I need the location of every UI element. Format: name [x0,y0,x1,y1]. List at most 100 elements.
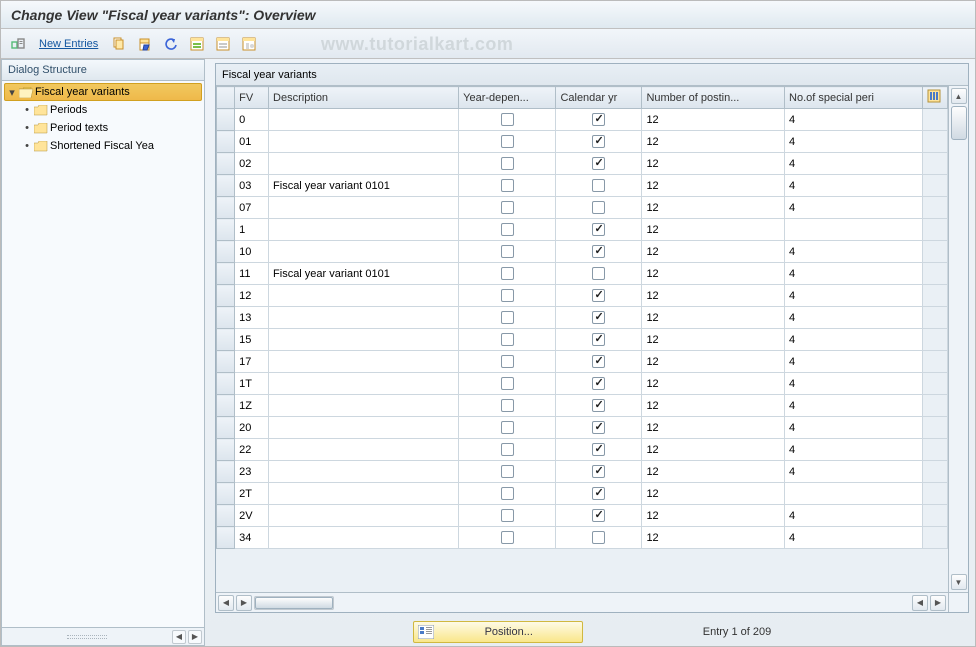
cell-description[interactable] [269,373,459,395]
cell-description[interactable]: Fiscal year variant 0101 [269,263,459,285]
checkbox[interactable] [592,421,605,434]
row-selector[interactable] [217,373,235,395]
cell-year-dependent[interactable] [459,351,556,373]
cell-number-posting[interactable]: 12 [642,505,785,527]
row-selector[interactable] [217,109,235,131]
undo-button[interactable] [160,33,182,55]
checkbox[interactable] [501,421,514,434]
cell-special-periods[interactable]: 4 [785,263,923,285]
cell-number-posting[interactable]: 12 [642,527,785,549]
cell-fv[interactable]: 11 [235,263,269,285]
cell-special-periods[interactable]: 4 [785,153,923,175]
checkbox[interactable] [501,289,514,302]
cell-description[interactable] [269,483,459,505]
col-year-dependent[interactable]: Year-depen... [459,87,556,109]
cell-year-dependent[interactable] [459,527,556,549]
cell-description[interactable] [269,329,459,351]
cell-calendar-year[interactable] [556,373,642,395]
checkbox[interactable] [501,531,514,544]
checkbox[interactable] [592,289,605,302]
table-row[interactable]: 2T12 [217,483,948,505]
cell-number-posting[interactable]: 12 [642,461,785,483]
row-selector[interactable] [217,417,235,439]
cell-year-dependent[interactable] [459,219,556,241]
cell-special-periods[interactable]: 4 [785,505,923,527]
cell-number-posting[interactable]: 12 [642,263,785,285]
table-row[interactable]: 20124 [217,417,948,439]
cell-year-dependent[interactable] [459,417,556,439]
cell-year-dependent[interactable] [459,175,556,197]
cell-fv[interactable]: 01 [235,131,269,153]
hscroll-left-2[interactable]: ◀ [912,595,928,611]
splitter-grip-icon[interactable] [4,635,170,639]
cell-special-periods[interactable]: 4 [785,527,923,549]
cell-calendar-year[interactable] [556,109,642,131]
checkbox[interactable] [592,531,605,544]
checkbox[interactable] [501,487,514,500]
row-selector[interactable] [217,483,235,505]
cell-description[interactable] [269,439,459,461]
row-selector[interactable] [217,263,235,285]
cell-calendar-year[interactable] [556,153,642,175]
cell-calendar-year[interactable] [556,461,642,483]
row-selector[interactable] [217,175,235,197]
cell-calendar-year[interactable] [556,417,642,439]
tree-item-periods[interactable]: • Periods [2,101,204,119]
cell-calendar-year[interactable] [556,285,642,307]
table-row[interactable]: 12124 [217,285,948,307]
cell-fv[interactable]: 23 [235,461,269,483]
hscroll-left-1[interactable]: ◀ [218,595,234,611]
cell-year-dependent[interactable] [459,285,556,307]
checkbox[interactable] [592,179,605,192]
cell-special-periods[interactable]: 4 [785,241,923,263]
checkbox[interactable] [501,267,514,280]
cell-fv[interactable]: 07 [235,197,269,219]
cell-calendar-year[interactable] [556,131,642,153]
table-row[interactable]: 03Fiscal year variant 0101124 [217,175,948,197]
cell-year-dependent[interactable] [459,395,556,417]
cell-fv[interactable]: 20 [235,417,269,439]
table-row[interactable]: 13124 [217,307,948,329]
cell-year-dependent[interactable] [459,109,556,131]
checkbox[interactable] [592,465,605,478]
cell-description[interactable]: Fiscal year variant 0101 [269,175,459,197]
new-entries-button[interactable]: New Entries [39,38,98,50]
cell-special-periods[interactable]: 4 [785,329,923,351]
cell-calendar-year[interactable] [556,307,642,329]
cell-calendar-year[interactable] [556,439,642,461]
cell-fv[interactable]: 13 [235,307,269,329]
cell-special-periods[interactable]: 4 [785,197,923,219]
cell-calendar-year[interactable] [556,329,642,351]
checkbox[interactable] [501,311,514,324]
cell-year-dependent[interactable] [459,131,556,153]
cell-year-dependent[interactable] [459,505,556,527]
cell-description[interactable] [269,505,459,527]
checkbox[interactable] [592,443,605,456]
cell-special-periods[interactable]: 4 [785,131,923,153]
cell-number-posting[interactable]: 12 [642,175,785,197]
cell-fv[interactable]: 1 [235,219,269,241]
print-button[interactable] [238,33,260,55]
checkbox[interactable] [592,333,605,346]
tree-item-shortened-fiscal-year[interactable]: • Shortened Fiscal Yea [2,137,204,155]
table-row[interactable]: 10124 [217,241,948,263]
cell-fv[interactable]: 15 [235,329,269,351]
cell-number-posting[interactable]: 12 [642,307,785,329]
copy-button[interactable] [108,33,130,55]
hscroll-right-2[interactable]: ▶ [930,595,946,611]
cell-special-periods[interactable]: 4 [785,395,923,417]
cell-description[interactable] [269,351,459,373]
table-row[interactable]: 02124 [217,153,948,175]
cell-description[interactable] [269,109,459,131]
row-selector[interactable] [217,219,235,241]
checkbox[interactable] [501,245,514,258]
cell-special-periods[interactable]: 4 [785,109,923,131]
cell-special-periods[interactable] [785,483,923,505]
cell-number-posting[interactable]: 12 [642,153,785,175]
checkbox[interactable] [592,201,605,214]
sidebar-scroll-right-button[interactable]: ▶ [188,630,202,644]
cell-number-posting[interactable]: 12 [642,373,785,395]
checkbox[interactable] [501,399,514,412]
checkbox[interactable] [501,465,514,478]
row-selector[interactable] [217,307,235,329]
